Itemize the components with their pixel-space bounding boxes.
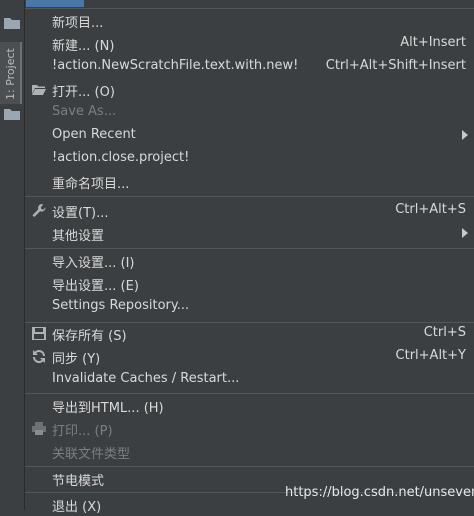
menu-item-settings[interactable]: 设置(T)... Ctrl+Alt+S bbox=[25, 199, 474, 222]
menu-item-label: 导出到HTML... (H) bbox=[52, 401, 164, 416]
menu-item-label: 打印... (P) bbox=[52, 424, 113, 439]
menu-item-export-html[interactable]: 导出到HTML... (H) bbox=[25, 394, 474, 417]
menu-item-sync[interactable]: 同步 (Y) Ctrl+Alt+Y bbox=[25, 345, 474, 368]
menu-item-shortcut: Ctrl+S bbox=[423, 325, 466, 340]
menu-item-rename-project[interactable]: 重命名项目... bbox=[25, 170, 474, 193]
menu-item-open-recent[interactable]: Open Recent bbox=[25, 124, 474, 147]
menu-item-invalidate-caches[interactable]: Invalidate Caches / Restart... bbox=[25, 368, 474, 391]
menu-item-label: Save As... bbox=[52, 104, 117, 119]
menu-item-settings-repository[interactable]: Settings Repository... bbox=[25, 295, 474, 318]
chevron-right-icon bbox=[462, 130, 468, 140]
folder-icon[interactable] bbox=[3, 107, 21, 121]
menu-item-label: 导入设置... (I) bbox=[52, 256, 135, 271]
menu-item-label: 打开... (O) bbox=[52, 85, 115, 100]
menu-item-label: !action.NewScratchFile.text.with.new! bbox=[52, 58, 299, 73]
menu-item-print: 打印... (P) bbox=[25, 417, 474, 440]
watermark-text: https://blog.csdn.net/unseven bbox=[285, 485, 474, 500]
menu-item-label: Invalidate Caches / Restart... bbox=[52, 371, 240, 386]
menu-item-label: 设置(T)... bbox=[52, 206, 109, 221]
menu-separator bbox=[25, 196, 474, 197]
active-editor-tab[interactable] bbox=[26, 0, 84, 7]
menu-item-label: 新建... (N) bbox=[52, 39, 115, 54]
menu-item-label: 导出设置... (E) bbox=[52, 279, 139, 294]
folder-icon[interactable] bbox=[3, 16, 21, 30]
menu-item-label: 重命名项目... bbox=[52, 177, 130, 192]
menu-item-new-project[interactable]: 新项目... bbox=[25, 9, 474, 32]
menu-item-new[interactable]: 新建... (N) Alt+Insert bbox=[25, 32, 474, 55]
menu-item-label: 其他设置 bbox=[52, 229, 105, 244]
menu-item-label: 新项目... bbox=[52, 16, 104, 31]
project-tab-label: 1: Project bbox=[4, 48, 17, 100]
menu-item-export-settings[interactable]: 导出设置... (E) bbox=[25, 272, 474, 295]
menu-item-label: 同步 (Y) bbox=[52, 352, 101, 367]
file-menu: 新项目... 新建... (N) Alt+Insert !action.NewS… bbox=[25, 8, 474, 515]
folder-open-icon bbox=[32, 85, 46, 95]
wrench-icon bbox=[32, 204, 46, 217]
menu-item-import-settings[interactable]: 导入设置... (I) bbox=[25, 249, 474, 272]
menu-item-save-all[interactable]: 保存所有 (S) Ctrl+S bbox=[25, 322, 474, 345]
menu-item-label: 关联文件类型 bbox=[52, 447, 131, 462]
menu-item-other-settings[interactable]: 其他设置 bbox=[25, 222, 474, 245]
menu-item-save-as: Save As... bbox=[25, 101, 474, 124]
menu-item-open[interactable]: 打开... (O) bbox=[25, 78, 474, 101]
menu-item-label: 退出 (X) bbox=[52, 500, 102, 515]
printer-icon bbox=[32, 422, 46, 435]
tool-window-strip: 1: Project bbox=[0, 0, 25, 510]
menu-item-label: 保存所有 (S) bbox=[52, 329, 127, 344]
menu-item-shortcut: Alt+Insert bbox=[400, 35, 466, 50]
floppy-disk-icon bbox=[32, 327, 46, 340]
menu-item-label: 节电模式 bbox=[52, 474, 105, 489]
menu-item-associate-file-types: 关联文件类型 bbox=[25, 440, 474, 463]
menu-item-label: Settings Repository... bbox=[52, 298, 190, 313]
menu-item-label: Open Recent bbox=[52, 127, 136, 142]
project-tool-tab[interactable]: 1: Project bbox=[0, 42, 22, 104]
menu-item-label: !action.close.project! bbox=[52, 150, 190, 165]
chevron-right-icon bbox=[462, 228, 468, 238]
sync-icon bbox=[33, 350, 45, 363]
menu-item-shortcut: Ctrl+Alt+Shift+Insert bbox=[325, 58, 466, 73]
menu-item-close-project[interactable]: !action.close.project! bbox=[25, 147, 474, 170]
menu-item-shortcut: Ctrl+Alt+S bbox=[395, 202, 466, 217]
menu-item-new-scratch-file[interactable]: !action.NewScratchFile.text.with.new! Ct… bbox=[25, 55, 474, 78]
menu-item-shortcut: Ctrl+Alt+Y bbox=[395, 348, 466, 363]
